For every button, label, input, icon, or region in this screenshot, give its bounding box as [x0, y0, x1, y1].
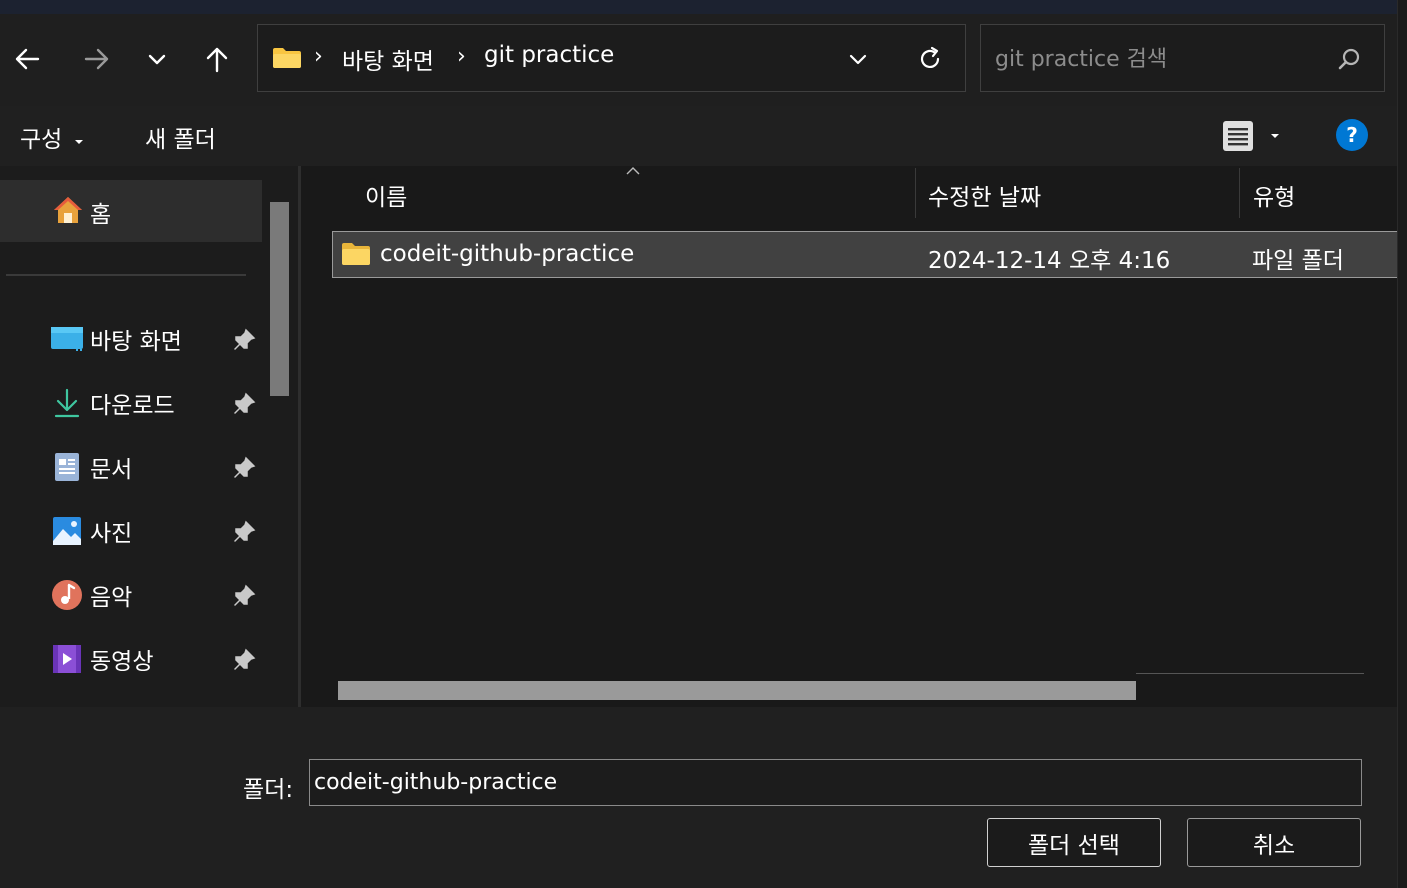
refresh-button[interactable] [910, 39, 950, 79]
documents-icon [55, 453, 79, 481]
chevron-down-icon [849, 54, 867, 65]
file-list: 이름 수정한 날짜 유형 codeit-github-practice 2024… [301, 166, 1398, 708]
sidebar-item-music[interactable]: 음악 [50, 575, 262, 615]
pin-icon[interactable] [232, 520, 256, 544]
view-options-button[interactable] [1222, 120, 1286, 152]
download-icon [54, 388, 80, 418]
sidebar-item-documents[interactable]: 문서 [50, 447, 262, 487]
help-button[interactable]: ? [1336, 119, 1368, 151]
folder-label: 폴더: [243, 777, 294, 803]
search-icon [1338, 48, 1360, 70]
sidebar-divider [6, 274, 246, 276]
horizontal-scrollbar-thumb[interactable] [338, 681, 1136, 700]
sidebar-item-label: 동영상 [90, 649, 154, 675]
arrow-left-icon [15, 48, 40, 70]
organize-menu[interactable]: 구성 [20, 120, 84, 154]
breadcrumb-separator: › [314, 44, 323, 69]
pin-icon[interactable] [232, 456, 256, 480]
recent-locations-button[interactable] [132, 34, 182, 84]
pin-icon[interactable] [232, 584, 256, 608]
caret-down-icon [1271, 134, 1279, 138]
address-history-button[interactable] [838, 39, 878, 79]
arrow-right-icon [84, 48, 109, 70]
dialog-footer: 폴더: 폴더 선택 취소 [0, 707, 1397, 888]
organize-label: 구성 [20, 127, 63, 153]
title-strip [0, 0, 1397, 14]
arrow-up-icon [206, 47, 228, 73]
desktop-icon [51, 327, 83, 351]
refresh-icon [920, 46, 940, 68]
column-header-name[interactable]: 이름 [365, 178, 407, 212]
pin-icon[interactable] [232, 392, 256, 416]
videos-icon [53, 645, 81, 673]
sidebar-item-label: 사진 [90, 521, 133, 547]
sidebar-item-label: 문서 [90, 457, 133, 483]
sidebar-item-home[interactable]: 홈 [0, 180, 262, 242]
file-name: codeit-github-practice [380, 241, 635, 267]
navigation-pane: 홈 바탕 화면 다운로드 문서 사진 음악 동영상 [0, 166, 300, 708]
help-icon: ? [1346, 123, 1358, 147]
column-header-modified[interactable]: 수정한 날짜 [928, 178, 1041, 212]
sort-ascending-icon [626, 167, 640, 175]
forward-button[interactable] [72, 34, 122, 84]
new-folder-button[interactable]: 새 폴더 [145, 120, 216, 154]
breadcrumb-separator: › [457, 44, 466, 69]
new-folder-label: 새 폴더 [145, 127, 216, 153]
details-view-icon [1223, 121, 1253, 151]
folder-icon [273, 48, 301, 68]
file-type: 파일 폴더 [1252, 248, 1344, 274]
sidebar-item-label: 음악 [90, 585, 133, 611]
table-row[interactable]: codeit-github-practice 2024-12-14 오후 4:1… [332, 231, 1398, 278]
column-header-type[interactable]: 유형 [1253, 178, 1295, 212]
command-bar: 구성 새 폴더 ? [0, 106, 1397, 166]
music-icon [52, 580, 82, 610]
pictures-icon [53, 517, 81, 545]
sidebar-item-label: 다운로드 [90, 393, 175, 419]
file-modified: 2024-12-14 오후 4:16 [928, 248, 1171, 274]
column-separator[interactable] [915, 168, 916, 218]
sidebar-item-label: 홈 [90, 202, 112, 228]
window-edge [1397, 0, 1407, 888]
sidebar-item-pictures[interactable]: 사진 [50, 511, 262, 551]
address-bar[interactable]: › 바탕 화면 › git practice [257, 24, 966, 92]
search-input[interactable] [993, 41, 1327, 77]
scrollbar-track-line [1136, 673, 1364, 674]
sidebar-scrollbar-thumb[interactable] [270, 202, 289, 396]
sidebar-item-videos[interactable]: 동영상 [50, 639, 262, 679]
search-box[interactable] [980, 24, 1385, 92]
back-button[interactable] [2, 34, 52, 84]
home-icon [54, 197, 82, 223]
column-separator[interactable] [1239, 168, 1240, 218]
sidebar-item-label: 바탕 화면 [90, 329, 182, 355]
pin-icon[interactable] [232, 328, 256, 352]
breadcrumb-git-practice[interactable]: git practice [484, 42, 614, 68]
up-button[interactable] [192, 34, 242, 84]
caret-down-icon [74, 140, 83, 144]
chevron-down-icon [148, 54, 166, 65]
sidebar-item-downloads[interactable]: 다운로드 [50, 383, 262, 423]
folder-icon [342, 243, 370, 265]
pin-icon[interactable] [232, 648, 256, 672]
cancel-button[interactable]: 취소 [1187, 818, 1361, 867]
breadcrumb-desktop[interactable]: 바탕 화면 [342, 42, 434, 76]
select-folder-button[interactable]: 폴더 선택 [987, 818, 1161, 867]
sidebar-item-desktop[interactable]: 바탕 화면 [50, 319, 262, 359]
folder-name-input[interactable] [309, 759, 1362, 806]
